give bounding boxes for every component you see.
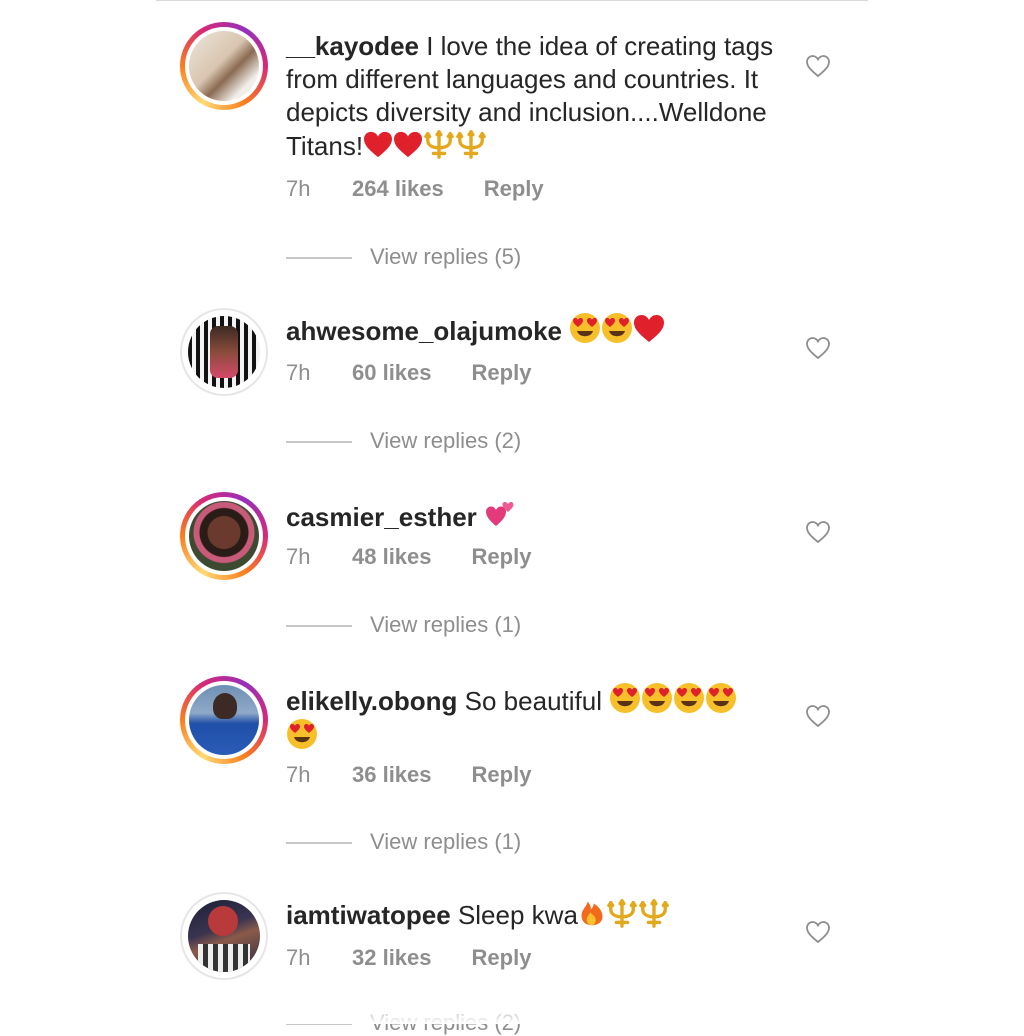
reply-button[interactable]: Reply (484, 176, 544, 202)
comment-meta: 7h 36 likes Reply (286, 762, 531, 788)
red-heart-emoji (393, 131, 423, 159)
replies-divider-line (286, 625, 352, 628)
heart-eyes-emoji (673, 682, 705, 714)
reply-button[interactable]: Reply (472, 544, 532, 570)
username[interactable]: iamtiwatopee (286, 900, 451, 930)
heart-eyes-emoji (705, 682, 737, 714)
username[interactable]: casmier_esther (286, 502, 477, 532)
timestamp: 7h (286, 544, 311, 569)
reply-button[interactable]: Reply (472, 360, 532, 386)
view-replies-button[interactable]: View replies (2) (286, 428, 521, 454)
replies-divider-line (286, 842, 352, 845)
likes-count[interactable]: 264 likes (352, 176, 444, 202)
fire-emoji (578, 898, 606, 928)
timestamp: 7h (286, 360, 311, 385)
two-hearts-emoji (484, 498, 516, 530)
trident-emoji (638, 898, 670, 928)
red-heart-emoji (633, 314, 665, 344)
comment-text: elikelly.obong So beautiful (286, 682, 776, 754)
timestamp: 7h (286, 945, 311, 970)
like-heart-icon[interactable] (805, 54, 831, 78)
like-heart-icon[interactable] (805, 336, 831, 360)
likes-count[interactable]: 48 likes (352, 544, 432, 570)
comment-meta: 7h 264 likes Reply (286, 176, 544, 202)
view-replies-button[interactable]: View replies (1) (286, 612, 521, 638)
like-heart-icon[interactable] (805, 704, 831, 728)
reply-button[interactable]: Reply (472, 762, 532, 788)
view-replies-button[interactable]: View replies (5) (286, 244, 521, 270)
trident-emoji (455, 129, 487, 159)
replies-divider-line (286, 257, 352, 260)
view-replies-label: View replies (5) (370, 244, 522, 269)
comment-text: __kayodee I love the idea of creating ta… (286, 30, 776, 163)
top-divider (156, 0, 868, 1)
heart-eyes-emoji (609, 682, 641, 714)
heart-eyes-emoji (601, 312, 633, 344)
red-heart-emoji (363, 131, 393, 159)
timestamp: 7h (286, 176, 311, 201)
comment-meta: 7h 32 likes Reply (286, 945, 531, 971)
view-replies-label: View replies (1) (370, 612, 522, 637)
avatar[interactable] (180, 22, 268, 110)
comment-text: casmier_esther (286, 498, 776, 534)
view-replies-button[interactable]: View replies (1) (286, 829, 521, 855)
avatar[interactable] (180, 308, 268, 396)
trident-emoji (606, 898, 638, 928)
comment-meta: 7h 48 likes Reply (286, 544, 531, 570)
heart-eyes-emoji (569, 312, 601, 344)
avatar[interactable] (180, 892, 268, 980)
comment-body: So beautiful (457, 686, 610, 716)
avatar[interactable] (180, 492, 268, 580)
reply-button[interactable]: Reply (472, 945, 532, 971)
like-heart-icon[interactable] (805, 920, 831, 944)
avatar[interactable] (180, 676, 268, 764)
username[interactable]: __kayodee (286, 31, 419, 61)
heart-eyes-emoji (641, 682, 673, 714)
comment-meta: 7h 60 likes Reply (286, 360, 531, 386)
username[interactable]: elikelly.obong (286, 686, 457, 716)
trident-emoji (423, 129, 455, 159)
like-heart-icon[interactable] (805, 520, 831, 544)
bottom-fade (0, 1000, 1024, 1024)
comment-text: iamtiwatopee Sleep kwa (286, 898, 776, 932)
view-replies-label: View replies (1) (370, 829, 522, 854)
comment-text: ahwesome_olajumoke (286, 312, 776, 348)
heart-eyes-emoji (286, 718, 318, 750)
likes-count[interactable]: 36 likes (352, 762, 432, 788)
comment-body: Sleep kwa (450, 900, 578, 930)
username[interactable]: ahwesome_olajumoke (286, 316, 562, 346)
view-replies-label: View replies (2) (370, 428, 522, 453)
likes-count[interactable]: 60 likes (352, 360, 432, 386)
likes-count[interactable]: 32 likes (352, 945, 432, 971)
replies-divider-line (286, 441, 352, 444)
timestamp: 7h (286, 762, 311, 787)
